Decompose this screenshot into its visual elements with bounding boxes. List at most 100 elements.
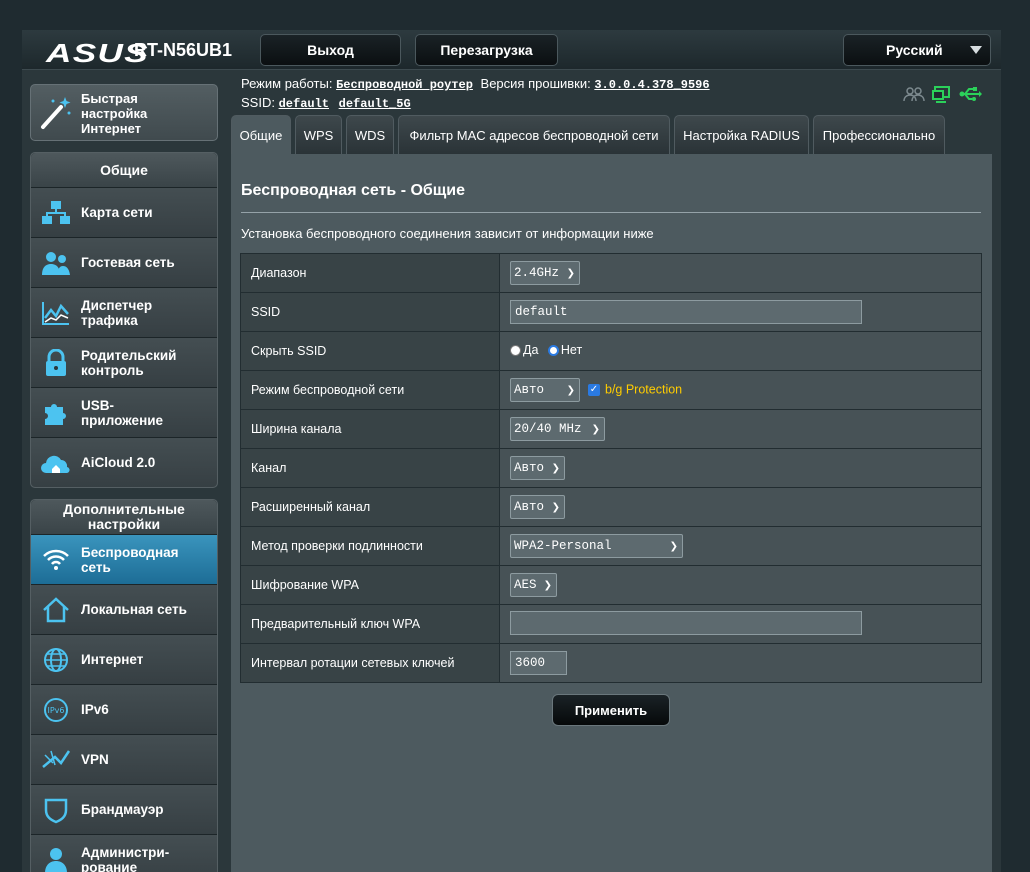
page-title: Беспроводная сеть - Общие <box>241 182 466 199</box>
reboot-button[interactable]: Перезагрузка <box>415 34 558 66</box>
clients-icon[interactable] <box>903 85 925 108</box>
sidebar-item-aicloud[interactable]: AiCloud 2.0 <box>31 437 217 487</box>
wireless-mode-select[interactable]: Авто ❯ <box>510 378 580 402</box>
sidebar-item-label: IPv6 <box>81 702 109 717</box>
ssid-input[interactable]: default <box>510 300 862 324</box>
shield-icon <box>31 796 81 824</box>
sidebar-item-wireless[interactable]: Беспроводная сеть <box>31 534 217 584</box>
tab-general[interactable]: Общие <box>231 115 291 154</box>
wpa-encryption-select[interactable]: AES ❯ <box>510 573 557 597</box>
language-label: Русский <box>886 42 943 58</box>
bg-protection-label: b/g Protection <box>605 382 683 397</box>
wpa-key-input[interactable] <box>510 610 862 635</box>
chevron-down-icon: ❯ <box>551 462 560 474</box>
sidebar-item-network-map[interactable]: Карта сети <box>31 187 217 237</box>
auth-method-select[interactable]: WPA2-Personal ❯ <box>510 534 683 558</box>
band-select[interactable]: 2.4GHz ❯ <box>510 261 580 285</box>
logout-button[interactable]: Выход <box>260 34 401 66</box>
tab-wds[interactable]: WDS <box>346 115 394 154</box>
table-row: Расширенный канал Авто ❯ <box>240 487 982 527</box>
magic-wand-icon <box>39 95 73 136</box>
extension-channel-select[interactable]: Авто ❯ <box>510 495 565 519</box>
table-row: Диапазон 2.4GHz ❯ <box>240 253 982 293</box>
title-divider <box>241 212 981 213</box>
sidebar-item-administration[interactable]: Администри-рование <box>31 834 217 872</box>
sidebar-item-usb-app[interactable]: USB-приложение <box>31 387 217 437</box>
ssid-24-link[interactable]: default <box>279 97 329 111</box>
table-row: Предварительный ключ WPA <box>240 604 982 644</box>
ssid-5g-link[interactable]: default_5G <box>339 97 411 111</box>
sidebar-item-ipv6[interactable]: IPv6 IPv6 <box>31 684 217 734</box>
network-map-icon <box>31 200 81 226</box>
chevron-down-icon: ❯ <box>669 540 678 552</box>
admin-user-icon <box>31 846 81 872</box>
wifi-icon <box>31 547 81 573</box>
key-rotation-label: Интервал ротации сетевых ключей <box>240 643 500 683</box>
table-row: Скрыть SSID Да Нет <box>240 331 982 371</box>
sidebar-item-traffic-manager[interactable]: Диспетчер трафика <box>31 287 217 337</box>
quick-internet-setup-button[interactable]: Быстрая настройка Интернет <box>30 84 218 141</box>
channel-select[interactable]: Авто ❯ <box>510 456 565 480</box>
tab-wps[interactable]: WPS <box>295 115 342 154</box>
globe-icon <box>31 646 81 674</box>
lock-icon <box>31 348 81 377</box>
apply-button[interactable]: Применить <box>552 694 670 726</box>
language-select[interactable]: Русский <box>843 34 991 66</box>
tab-mac-filter[interactable]: Фильтр MAC адресов беспроводной сети <box>398 115 670 154</box>
channel-width-select[interactable]: 20/40 MHz ❯ <box>510 417 605 441</box>
internet-status-icon[interactable] <box>931 85 953 108</box>
quick-setup-label-3: Интернет <box>81 121 142 136</box>
sidebar-item-label: трафика <box>81 312 138 328</box>
hide-ssid-yes-radio[interactable]: Да <box>510 343 538 357</box>
table-row: Интервал ротации сетевых ключей 3600 <box>240 643 982 683</box>
sidebar-general-header: Общие <box>31 153 217 187</box>
operation-mode-link[interactable]: Беспроводной роутер <box>336 78 473 92</box>
sidebar-item-label: USB- <box>81 397 114 413</box>
sidebar-item-firewall[interactable]: Брандмауэр <box>31 784 217 834</box>
bg-protection-checkbox[interactable]: ✓ <box>588 383 600 396</box>
table-row: Метод проверки подлинности WPA2-Personal… <box>240 526 982 566</box>
table-row: Режим беспроводной сети Авто ❯ ✓ b/g Protec… <box>240 370 982 410</box>
firmware-version-link[interactable]: 3.0.0.4.378_9596 <box>594 78 709 92</box>
usb-icon[interactable] <box>959 85 983 108</box>
ssid-line: SSID: default default_5G <box>241 95 411 111</box>
main-panel: Беспроводная сеть - Общие Установка бесп… <box>231 154 992 872</box>
table-row: Ширина канала 20/40 MHz ❯ <box>240 409 982 449</box>
key-rotation-input[interactable]: 3600 <box>510 651 567 675</box>
sidebar-item-label: Брандмауэр <box>81 802 164 817</box>
sidebar-item-wan[interactable]: Интернет <box>31 634 217 684</box>
tab-radius[interactable]: Настройка RADIUS <box>674 115 809 154</box>
home-icon <box>31 596 81 624</box>
sidebar-item-lan[interactable]: Локальная сеть <box>31 584 217 634</box>
sidebar-item-guest-network[interactable]: Гостевая сеть <box>31 237 217 287</box>
cloud-icon <box>31 449 81 477</box>
quick-setup-label-1: Быстрая <box>81 91 138 106</box>
sidebar-item-label: Карта сети <box>81 205 153 220</box>
sidebar-item-parental-control[interactable]: Родительский контроль <box>31 337 217 387</box>
sidebar-item-label: Родительский <box>81 347 177 363</box>
sidebar-item-label: Беспроводная <box>81 544 179 560</box>
chevron-down-icon: ❯ <box>551 501 560 513</box>
tab-professional[interactable]: Профессионально <box>813 115 945 154</box>
puzzle-icon <box>31 399 81 427</box>
model-name: RT-N56UB1 <box>134 40 233 60</box>
channel-label: Канал <box>240 448 500 488</box>
sidebar-item-vpn[interactable]: VPN <box>31 734 217 784</box>
wpa-encryption-label: Шифрование WPA <box>240 565 500 605</box>
sidebar-item-label: Интернет <box>81 652 144 667</box>
vpn-icon <box>31 747 81 773</box>
sidebar-advanced-header: Дополнительные настройки <box>31 500 217 534</box>
sidebar-item-label: Администри- <box>81 844 170 860</box>
sidebar-item-label: Диспетчер <box>81 297 153 313</box>
chevron-down-icon: ❯ <box>566 384 575 396</box>
sidebar-general: Общие Карта сети Гостевая сеть Диспетчер… <box>30 152 218 488</box>
status-icons <box>903 85 983 108</box>
svg-text:IPv6: IPv6 <box>47 706 64 715</box>
chevron-down-icon: ❯ <box>543 579 552 591</box>
sidebar-item-label: Локальная сеть <box>81 602 187 617</box>
hide-ssid-no-radio[interactable]: Нет <box>547 343 582 357</box>
wireless-mode-label: Режим беспроводной сети <box>240 370 500 410</box>
traffic-manager-icon <box>31 300 81 326</box>
sidebar-advanced: Дополнительные настройки Беспроводная сеть… <box>30 499 218 872</box>
ipv6-icon: IPv6 <box>31 696 81 724</box>
